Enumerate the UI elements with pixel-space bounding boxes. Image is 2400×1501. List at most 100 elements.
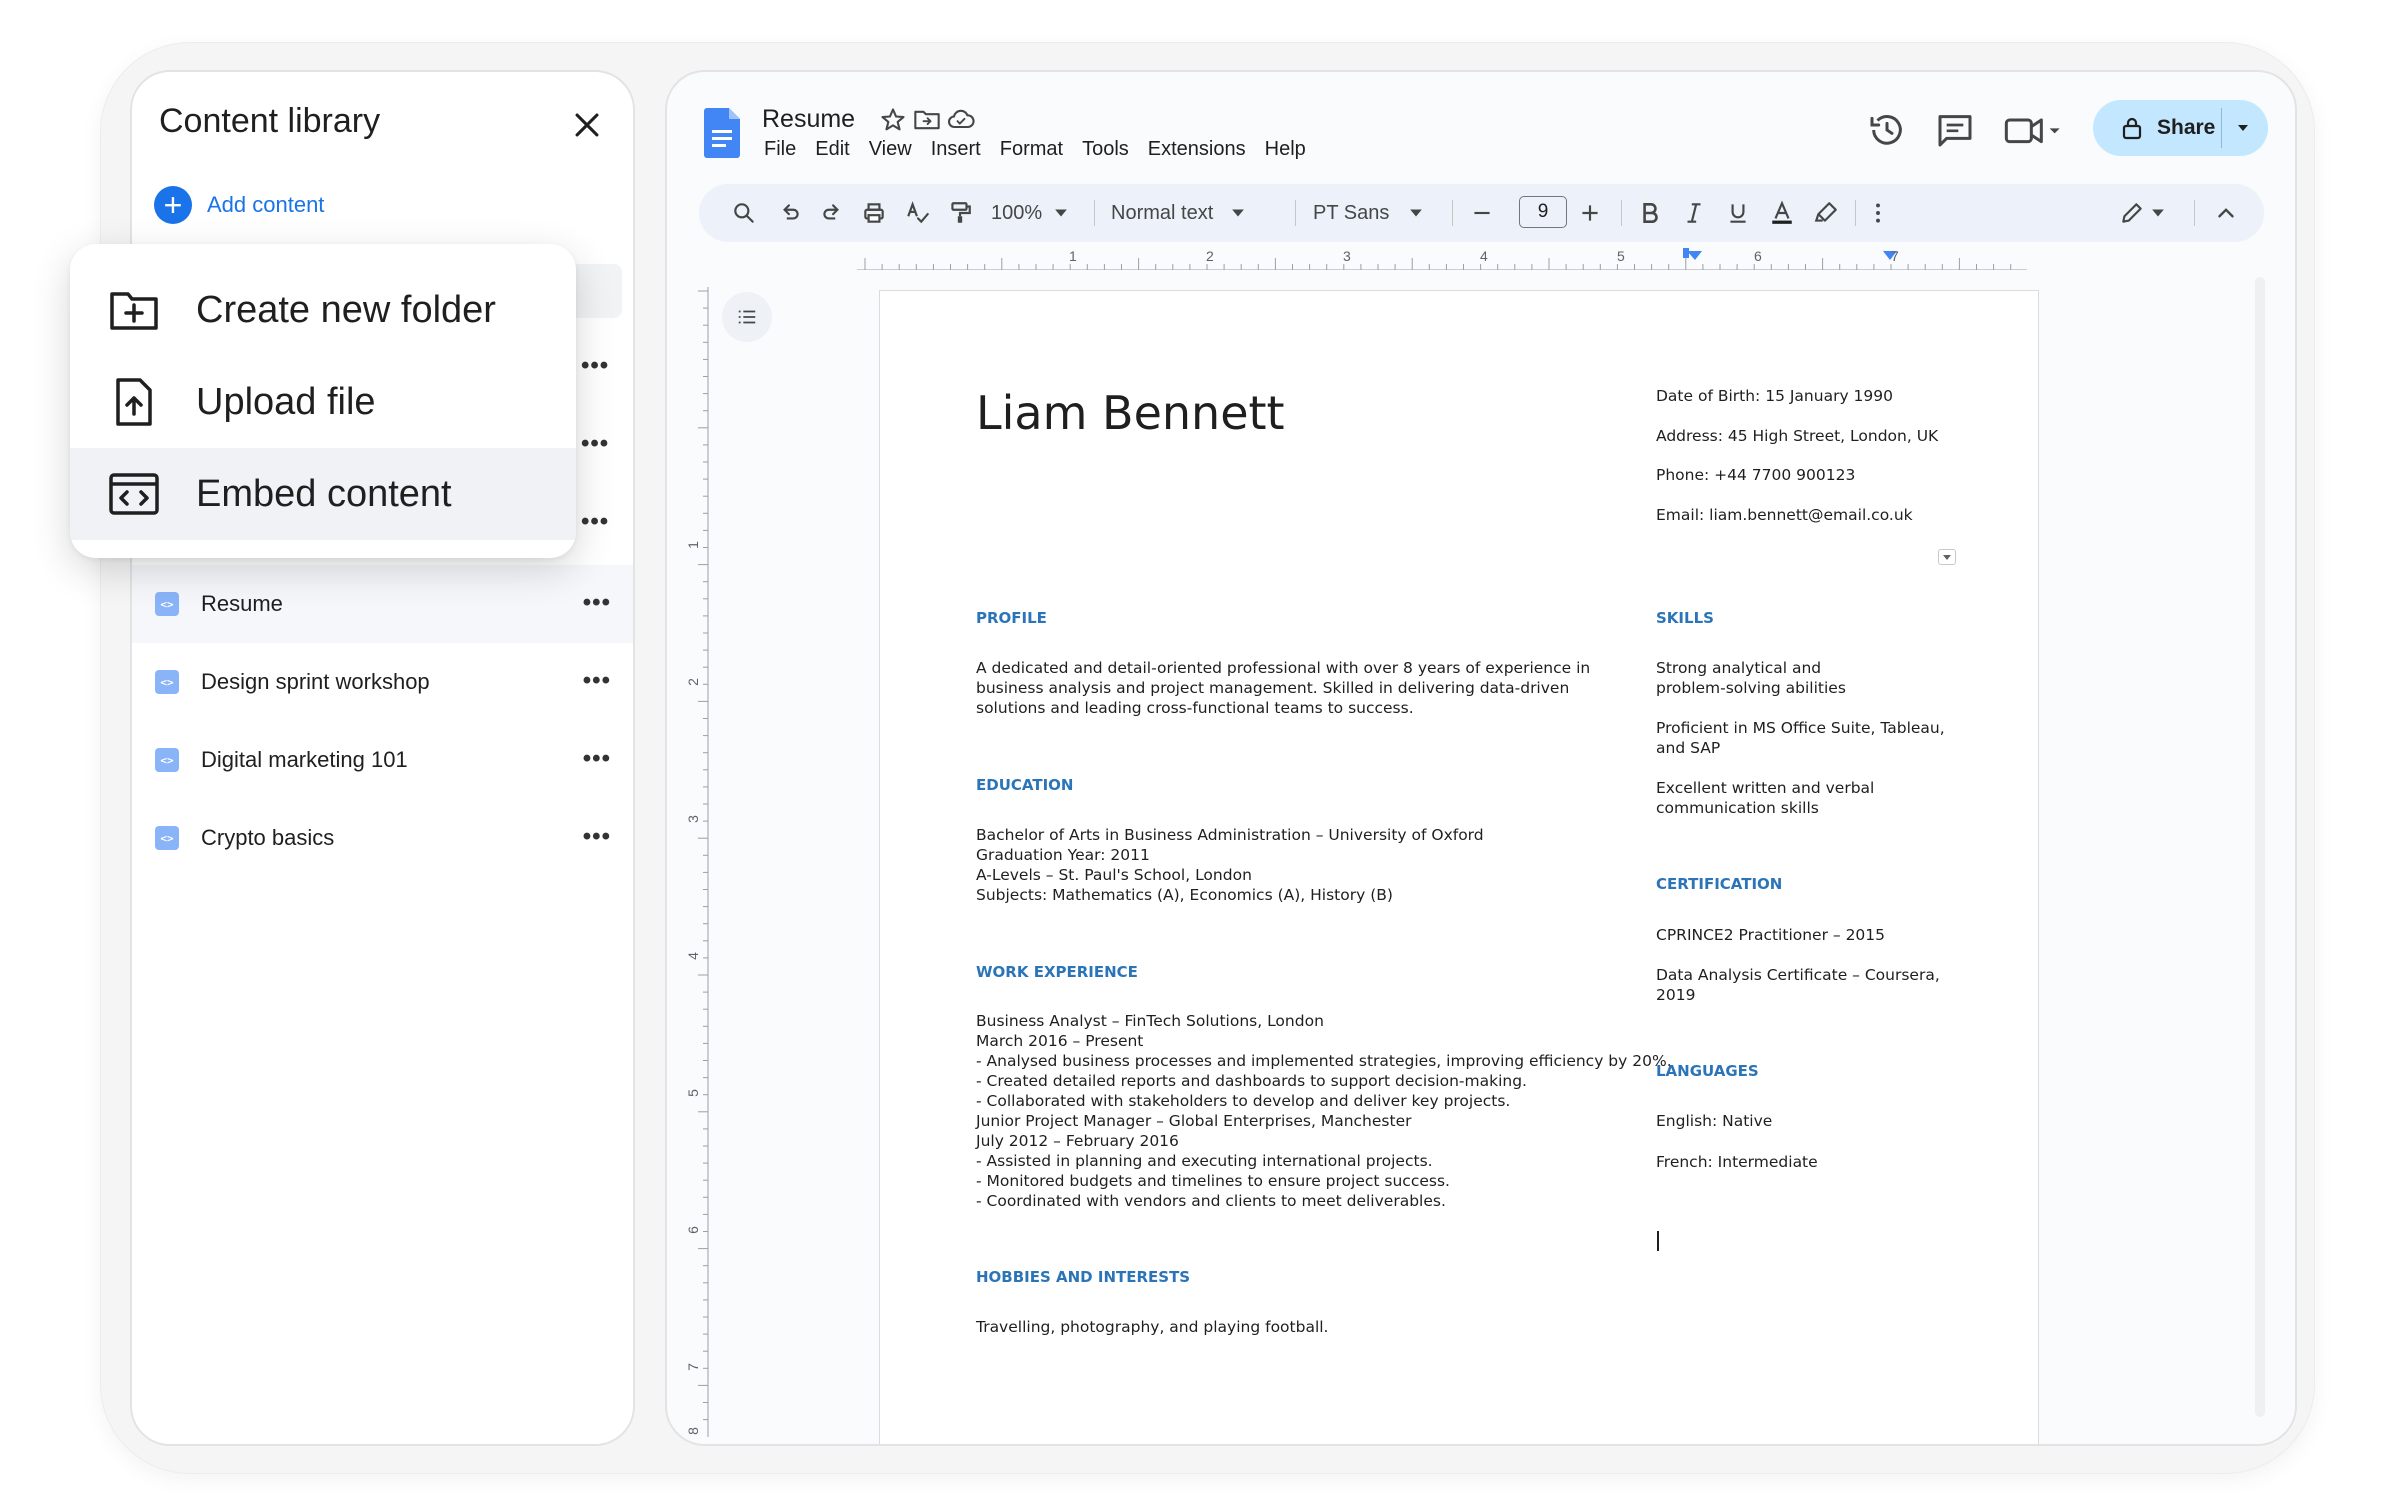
redo-icon [823, 204, 839, 220]
ruler-number: 7 [684, 1363, 701, 1371]
ruler-number: 2 [684, 678, 701, 686]
more-options-icon[interactable]: ••• [583, 591, 611, 615]
menu-insert[interactable]: Insert [931, 138, 981, 161]
menu-tools[interactable]: Tools [1082, 138, 1129, 161]
share-button[interactable]: Share [2093, 100, 2268, 156]
vertical-ruler[interactable]: 1 2 3 4 5 6 7 8 [685, 287, 709, 1437]
chevron-down-icon [1410, 209, 1423, 217]
meet-video-icon[interactable] [2003, 110, 2063, 150]
spellcheck-icon [907, 201, 929, 224]
increase-font-size-button[interactable] [1577, 199, 1603, 227]
search-menus-button[interactable] [731, 199, 757, 227]
skill-item: Excellent written and verbal communicati… [1656, 779, 1875, 817]
vertical-scrollbar[interactable] [2255, 277, 2265, 1417]
resume-name: Liam Bennett [976, 386, 1285, 440]
chevron-up-icon [2218, 208, 2234, 218]
horizontal-ruler[interactable]: 1 2 3 4 5 6 7 [857, 248, 2027, 270]
menu-edit[interactable]: Edit [815, 138, 849, 161]
skill-item: Strong analytical and problem-solving ab… [1656, 659, 1846, 697]
chevron-down-icon[interactable] [2237, 122, 2249, 134]
table-options-icon[interactable] [1938, 549, 1956, 565]
more-options-icon[interactable]: ••• [581, 432, 609, 456]
more-tools-button[interactable] [1865, 199, 1891, 227]
section-heading-education: EDUCATION [976, 776, 1074, 794]
certification-item: CPRINCE2 Practitioner – 2015 [1656, 926, 1886, 944]
cloud-saved-icon[interactable] [947, 106, 975, 134]
underline-icon [1730, 204, 1746, 223]
paragraph-style-select[interactable]: Normal text [1111, 199, 1245, 227]
move-folder-icon[interactable] [913, 106, 941, 134]
more-options-icon[interactable]: ••• [583, 747, 611, 771]
paint-format-button[interactable] [947, 199, 973, 227]
document-page[interactable]: Liam Bennett Date of Birth: 15 January 1… [879, 290, 2039, 1444]
text-color-button[interactable] [1769, 199, 1795, 227]
font-value: PT Sans [1313, 201, 1390, 224]
menu-view[interactable]: View [869, 138, 912, 161]
list-item[interactable]: <> Resume ••• [132, 565, 633, 643]
close-icon[interactable] [570, 108, 604, 142]
menu-item-upload-file[interactable]: Upload file [70, 356, 576, 448]
undo-button[interactable] [777, 199, 803, 227]
add-content-menu: Create new folder Upload file Embed cont… [70, 244, 576, 558]
add-content-button[interactable]: + Add content [154, 186, 324, 224]
list-item[interactable]: <> Design sprint workshop ••• [132, 643, 633, 721]
language-item: English: Native [1656, 1112, 1773, 1130]
list-item-label: Resume [201, 591, 283, 616]
list-item[interactable]: <> Crypto basics ••• [132, 799, 633, 877]
menu-item-label: Upload file [196, 380, 376, 423]
toolbar-divider [1855, 200, 1856, 226]
hide-menus-button[interactable] [2213, 199, 2239, 227]
undo-icon [783, 204, 799, 220]
italic-button[interactable] [1681, 199, 1707, 227]
more-options-icon[interactable]: ••• [583, 669, 611, 693]
outline-list-icon [738, 310, 756, 324]
font-size-input[interactable]: 9 [1519, 196, 1567, 228]
spellcheck-button[interactable] [905, 199, 931, 227]
comment-icon[interactable] [1935, 110, 1975, 150]
share-divider [2221, 108, 2222, 148]
ruler-number: 6 [1754, 248, 1762, 264]
italic-icon [1687, 203, 1701, 223]
history-icon[interactable] [1867, 110, 1907, 150]
more-options-icon[interactable]: ••• [581, 354, 609, 378]
menu-item-embed-content[interactable]: Embed content [70, 448, 576, 540]
menu-item-label: Embed content [196, 472, 452, 515]
more-options-icon[interactable]: ••• [581, 510, 609, 534]
redo-button[interactable] [819, 199, 845, 227]
bold-button[interactable] [1637, 199, 1663, 227]
text-color-icon [1772, 200, 1792, 224]
ruler-number: 3 [684, 815, 701, 823]
menu-help[interactable]: Help [1265, 138, 1306, 161]
formatting-toolbar: 100% Normal text PT Sans 9 [699, 184, 2264, 242]
ruler-number: 8 [684, 1427, 701, 1435]
ruler-ticks [857, 248, 2027, 270]
embed-icon: <> [155, 592, 179, 616]
folder-plus-icon [110, 292, 158, 330]
menu-extensions[interactable]: Extensions [1148, 138, 1246, 161]
print-button[interactable] [861, 199, 887, 227]
font-select[interactable]: PT Sans [1313, 199, 1423, 227]
ruler-number: 7 [1891, 248, 1899, 264]
list-item-label: Design sprint workshop [201, 669, 430, 694]
menu-item-create-folder[interactable]: Create new folder [70, 264, 576, 356]
menu-file[interactable]: File [764, 138, 796, 161]
profile-text: A dedicated and detail-oriented professi… [976, 659, 1591, 717]
zoom-select[interactable]: 100% [991, 199, 1068, 227]
more-vertical-icon [1876, 203, 1880, 223]
list-item[interactable]: <> Digital marketing 101 ••• [132, 721, 633, 799]
document-title[interactable]: Resume [762, 105, 855, 134]
decrease-font-size-button[interactable] [1469, 199, 1495, 227]
print-icon [864, 203, 884, 223]
document-outline-button[interactable] [722, 292, 772, 342]
highlight-color-button[interactable] [1813, 199, 1839, 227]
highlighter-icon [1814, 202, 1837, 222]
section-heading-skills: SKILLS [1656, 609, 1714, 627]
more-options-icon[interactable]: ••• [583, 825, 611, 849]
editing-mode-button[interactable] [2119, 199, 2165, 227]
menu-format[interactable]: Format [1000, 138, 1063, 161]
ruler-number: 5 [1617, 248, 1625, 264]
star-icon[interactable] [879, 106, 907, 134]
underline-button[interactable] [1725, 199, 1751, 227]
docs-logo-icon[interactable] [704, 108, 740, 158]
ruler-number: 2 [1206, 248, 1214, 264]
